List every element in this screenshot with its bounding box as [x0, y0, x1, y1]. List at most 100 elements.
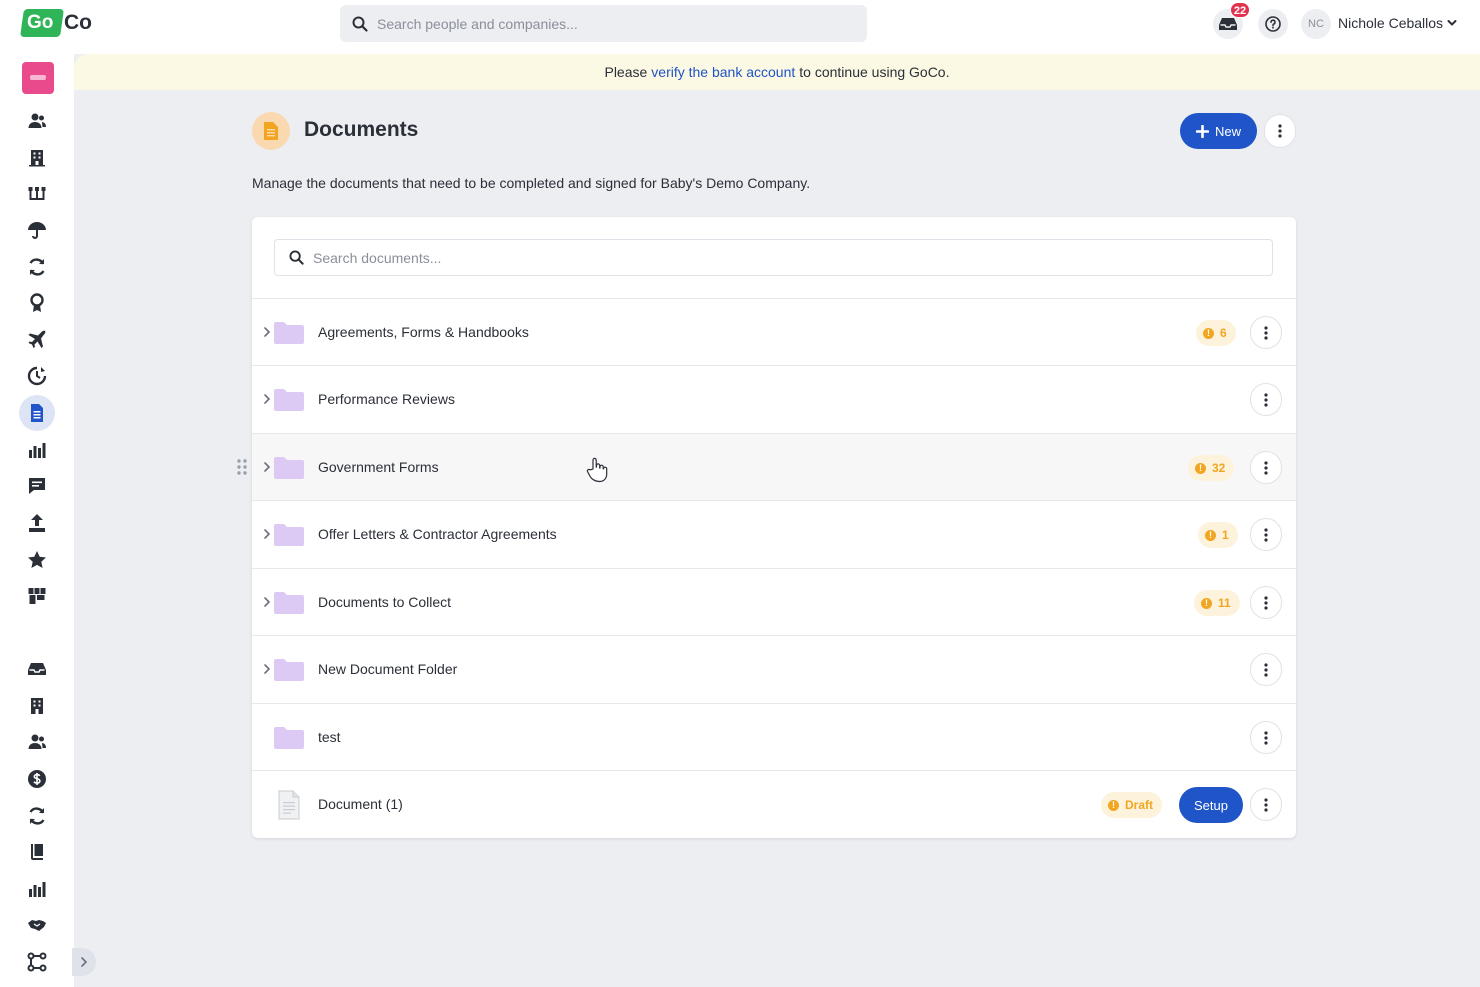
sidebar-item-people[interactable]	[19, 103, 55, 139]
row-more-options-button[interactable]	[1250, 586, 1282, 619]
row-more-options-button[interactable]	[1250, 721, 1282, 754]
upload-icon	[29, 514, 45, 532]
award-icon	[30, 293, 44, 312]
folder-name: Government Forms	[318, 459, 439, 475]
documents-search-bar[interactable]	[274, 239, 1273, 276]
bank-verification-banner: Please verify the bank account to contin…	[74, 54, 1480, 90]
chevron-right-icon[interactable]	[262, 663, 272, 675]
folder-row[interactable]: test	[252, 703, 1296, 770]
pending-count-badge: ! 6	[1196, 320, 1236, 346]
user-menu[interactable]: Nichole Ceballos	[1338, 15, 1457, 31]
notification-count-badge: 22	[1230, 2, 1250, 18]
star-icon	[28, 551, 46, 568]
question-icon	[1265, 16, 1281, 32]
more-vertical-icon	[1264, 527, 1268, 542]
page-description: Manage the documents that need to be com…	[252, 175, 811, 191]
verify-bank-account-link[interactable]: verify the bank account	[651, 64, 795, 80]
folder-icon	[274, 389, 304, 411]
sidebar-item-payroll[interactable]	[19, 761, 55, 797]
more-vertical-icon	[1264, 460, 1268, 475]
more-vertical-icon	[1278, 124, 1282, 138]
company-brand-icon[interactable]	[22, 62, 54, 94]
pending-count-badge: ! 32	[1188, 455, 1235, 481]
folder-name: New Document Folder	[318, 661, 458, 677]
banner-prefix: Please	[604, 64, 648, 80]
folder-row[interactable]: New Document Folder	[252, 635, 1296, 702]
sidebar-item-analytics[interactable]	[19, 871, 55, 907]
global-search-bar[interactable]	[340, 5, 867, 42]
folder-icon	[274, 322, 304, 344]
sidebar-item-team[interactable]	[19, 724, 55, 760]
more-vertical-icon	[1264, 325, 1268, 340]
chevron-down-icon	[1447, 20, 1457, 26]
banner-suffix: to continue using GoCo.	[799, 64, 950, 80]
setup-button[interactable]: Setup	[1179, 787, 1243, 823]
chevron-right-icon[interactable]	[262, 461, 272, 473]
draft-status-badge: ! Draft	[1101, 792, 1163, 818]
row-more-options-button[interactable]	[1250, 383, 1282, 416]
workflow-icon	[27, 952, 47, 972]
row-more-options-button[interactable]	[1250, 788, 1282, 821]
document-name: Document (1)	[318, 796, 403, 812]
bar-chart-icon	[29, 443, 46, 458]
chevron-right-icon[interactable]	[262, 528, 272, 540]
team-icon	[28, 734, 46, 749]
sidebar-item-benefits[interactable]	[19, 212, 55, 248]
sidebar-item-handbook[interactable]	[19, 834, 55, 870]
row-more-options-button[interactable]	[1250, 451, 1282, 484]
sidebar-item-time-tracking[interactable]	[19, 358, 55, 394]
sidebar-item-workflows[interactable]	[19, 944, 55, 980]
sidebar-item-org-chart[interactable]	[19, 176, 55, 212]
handshake-icon	[28, 920, 46, 931]
row-more-options-button[interactable]	[1250, 653, 1282, 686]
folder-row[interactable]: Government Forms ! 32	[252, 433, 1296, 500]
goco-logo[interactable]: Go Co	[20, 7, 94, 39]
documents-search-input[interactable]	[313, 249, 1253, 266]
folder-name: test	[318, 729, 341, 745]
drag-handle-icon[interactable]	[236, 458, 248, 476]
timer-icon	[27, 366, 47, 386]
warning-icon: !	[1108, 799, 1119, 811]
documents-page-icon	[252, 112, 290, 150]
chevron-right-icon[interactable]	[262, 596, 272, 608]
folder-name: Documents to Collect	[318, 594, 452, 610]
sidebar-item-sync[interactable]	[19, 249, 55, 285]
folder-row[interactable]: Documents to Collect ! 11	[252, 568, 1296, 635]
sidebar-expand-button[interactable]	[72, 948, 96, 976]
sidebar-item-favorites[interactable]	[19, 542, 55, 578]
sidebar-item-training[interactable]	[19, 285, 55, 321]
avatar[interactable]: NC	[1301, 9, 1331, 39]
page-more-options-button[interactable]	[1264, 114, 1296, 148]
folder-row[interactable]: Offer Letters & Contractor Agreements ! 1	[252, 500, 1296, 567]
warning-icon: !	[1205, 529, 1216, 541]
more-vertical-icon	[1264, 730, 1268, 745]
row-more-options-button[interactable]	[1250, 518, 1282, 551]
folder-row[interactable]: Agreements, Forms & Handbooks ! 6	[252, 298, 1296, 365]
sidebar-item-company-settings[interactable]	[19, 688, 55, 724]
chevron-right-icon[interactable]	[262, 393, 272, 405]
sidebar-item-company[interactable]	[19, 140, 55, 176]
sidebar-item-inbox[interactable]	[19, 651, 55, 687]
new-button-label: New	[1214, 123, 1241, 139]
document-icon	[31, 404, 43, 422]
chevron-right-icon[interactable]	[262, 326, 272, 338]
global-search-input[interactable]	[377, 15, 857, 32]
folder-row[interactable]: Performance Reviews	[252, 365, 1296, 432]
warning-icon: !	[1195, 462, 1206, 474]
sidebar-item-messages[interactable]	[19, 468, 55, 504]
umbrella-icon	[28, 222, 46, 239]
sidebar-item-reports[interactable]	[19, 432, 55, 468]
sidebar-item-uploads[interactable]	[19, 505, 55, 541]
sidebar-item-integrations[interactable]	[19, 798, 55, 834]
sidebar-item-time-off[interactable]	[19, 321, 55, 357]
sidebar-item-marketplace[interactable]	[19, 578, 55, 614]
row-more-options-button[interactable]	[1250, 316, 1282, 349]
document-row[interactable]: Document (1) ! Draft Setup	[252, 770, 1296, 837]
sidebar-item-partners[interactable]	[19, 907, 55, 943]
company-icon	[31, 698, 43, 714]
building-icon	[29, 150, 45, 167]
help-button[interactable]	[1258, 9, 1288, 39]
new-document-button[interactable]: New	[1180, 113, 1257, 149]
sidebar-item-documents[interactable]	[19, 395, 55, 431]
warning-icon: !	[1201, 597, 1212, 609]
